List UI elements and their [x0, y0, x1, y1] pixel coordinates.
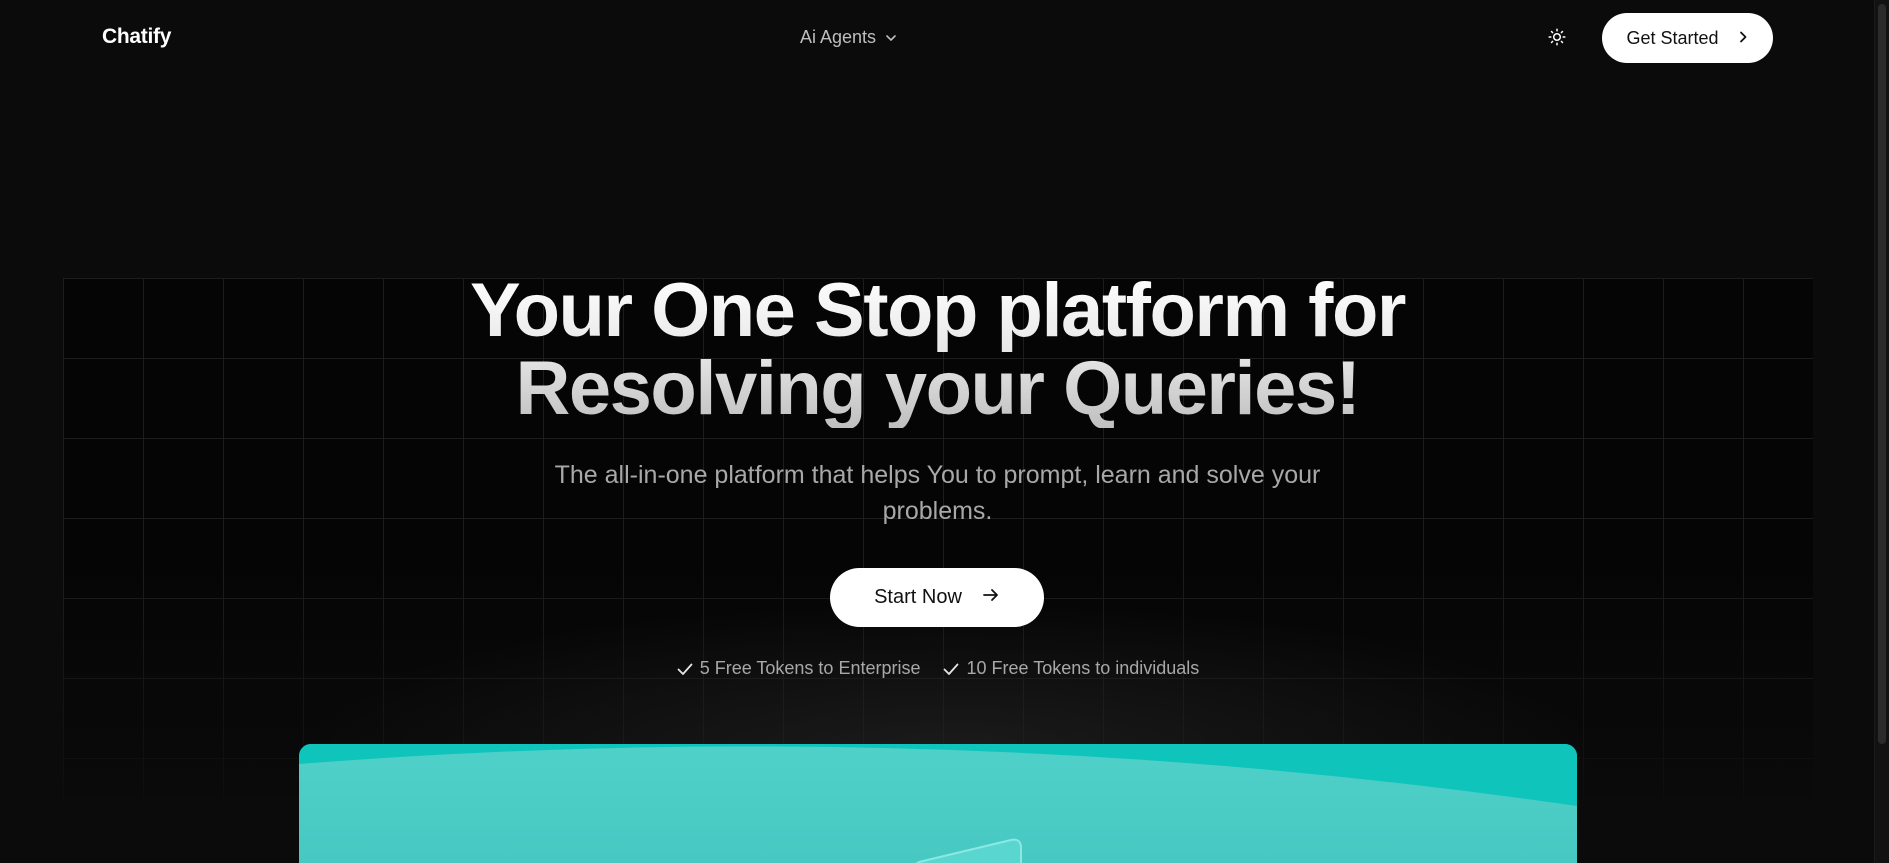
perks-list: 5 Free Tokens to Enterprise 10 Free Toke… — [0, 658, 1875, 679]
logo[interactable]: Chatify — [102, 25, 171, 49]
get-started-button[interactable]: Get Started — [1602, 13, 1773, 63]
perk-item: 10 Free Tokens to individuals — [942, 658, 1199, 679]
top-navigation: Chatify Ai Agents Get Started — [0, 0, 1875, 76]
hero-title-line-2: Resolving your Queries! — [515, 346, 1360, 431]
chevron-right-icon — [1737, 28, 1749, 49]
theme-toggle-button[interactable] — [1545, 27, 1569, 51]
check-icon — [942, 661, 960, 677]
sun-icon — [1548, 27, 1566, 51]
start-now-label: Start Now — [874, 586, 962, 608]
ai-agents-menu[interactable]: Ai Agents — [800, 27, 898, 48]
scrollbar-thumb[interactable] — [1878, 4, 1886, 744]
perk-item: 5 Free Tokens to Enterprise — [676, 658, 921, 679]
hero-title: Your One Stop platform for Resolving you… — [0, 272, 1875, 428]
ai-agents-menu-label: Ai Agents — [800, 27, 877, 47]
check-icon — [676, 661, 694, 677]
get-started-label: Get Started — [1626, 27, 1719, 48]
page-scrollbar[interactable] — [1874, 0, 1889, 863]
product-preview-card — [299, 744, 1577, 863]
start-now-button[interactable]: Start Now — [830, 568, 1044, 627]
hero-title-line-1: Your One Stop platform for — [470, 268, 1405, 353]
perk-label: 10 Free Tokens to individuals — [966, 658, 1200, 678]
arrow-right-icon — [982, 586, 1000, 609]
perk-label: 5 Free Tokens to Enterprise — [699, 658, 921, 678]
hero-subtitle: The all-in-one platform that helps You t… — [554, 461, 1321, 525]
page: Chatify Ai Agents Get Started Your One S… — [0, 0, 1889, 863]
chevron-down-icon — [884, 31, 898, 45]
